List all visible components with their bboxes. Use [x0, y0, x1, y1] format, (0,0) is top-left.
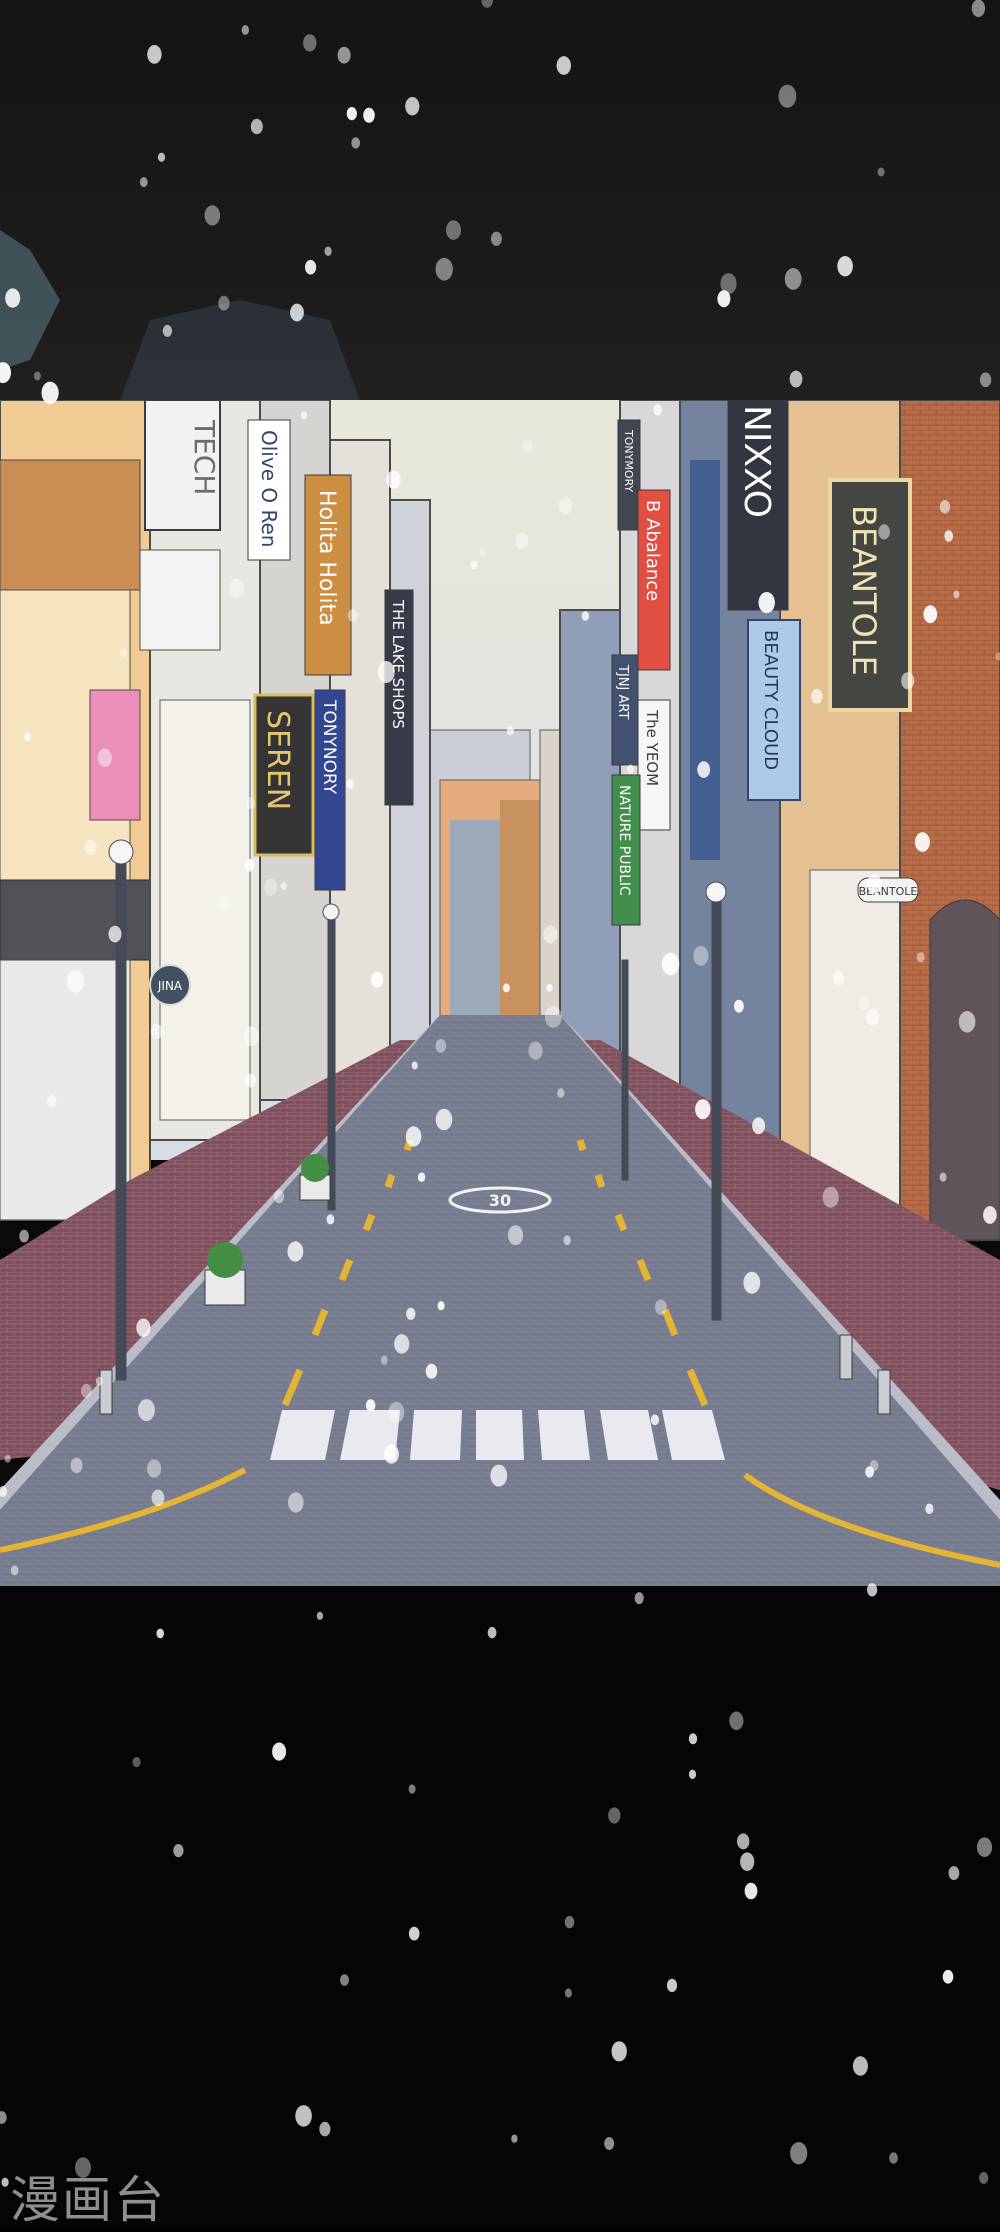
- watermark-label: 漫画台: [10, 2160, 166, 2232]
- street-scene-panel: 30 TECH: [0, 400, 1000, 1586]
- bokeh-lights: [0, 0, 1000, 400]
- top-dark-band: [0, 0, 1000, 400]
- bottom-dark-band: [0, 1586, 1000, 2229]
- street-illustration: 30 TECH: [0, 400, 1000, 1586]
